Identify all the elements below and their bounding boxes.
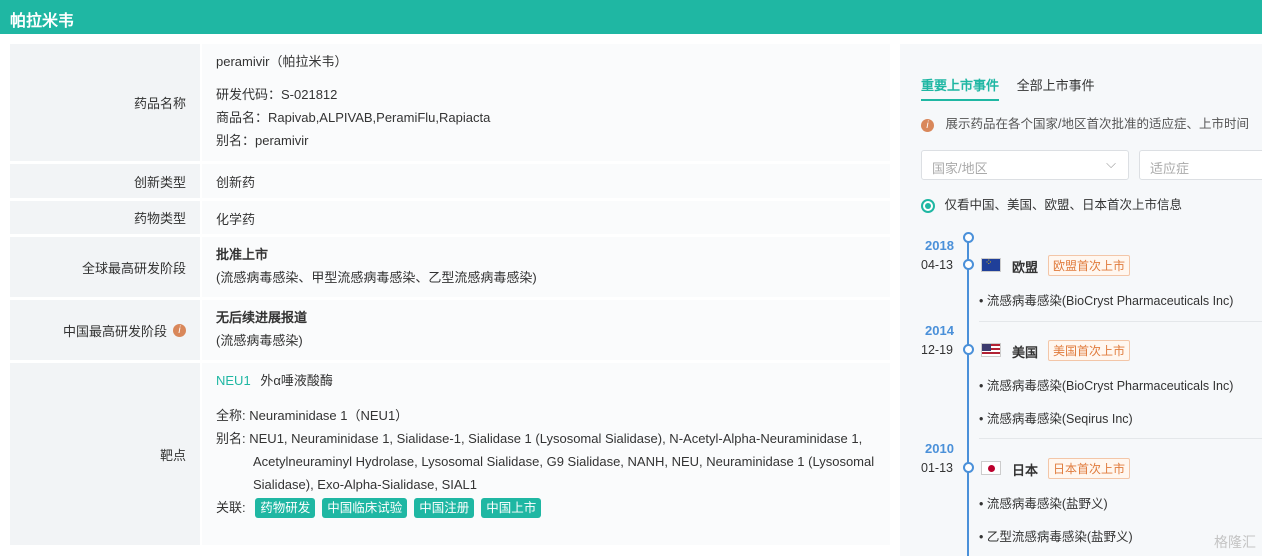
watermark: 格隆汇 [1214,534,1256,550]
event-badge: 美国首次上市 [1048,340,1131,361]
drug-code: 研发代码：S-021812 [216,87,338,102]
row-innovation-type: 创新类型 创新药 [10,164,890,198]
chevron-down-icon: ⌵ [1106,156,1116,171]
target-alias-line-2: Acetylneuraminyl Hydrolase, Lysosomal Si… [253,454,875,469]
label-target: 靶点 [10,363,200,545]
indication-placeholder: 适应症 [1150,161,1190,176]
innovation-type-value: 创新药 [202,164,890,198]
tag-drug-research[interactable]: 药物研发 [255,498,316,518]
indication-select[interactable]: 适应症 [1139,150,1262,180]
china-stage-value: 无后续进展报道 [216,310,308,325]
target-alias: NEU1, Neuraminidase 1, Sialidase-1, Sial… [249,431,863,446]
timeline-dot [963,344,974,355]
global-stage-value: 批准上市 [216,247,269,262]
drug-type-value: 化学药 [202,201,890,234]
us-flag-icon [981,343,1001,357]
row-target: 靶点 NEU1 外α唾液酸酶 全称: Neuraminidase 1（NEU1）… [10,363,890,545]
event-tabs: 重要上市事件 全部上市事件 [921,75,1109,101]
events-note: 展示药品在各个国家/地区首次批准的适应症、上市时间 [945,117,1249,131]
event-badge: 日本首次上市 [1048,458,1131,479]
events-panel: 重要上市事件 全部上市事件 i 展示药品在各个国家/地区首次批准的适应症、上市时… [900,44,1262,556]
page-title: 帕拉米韦 [10,13,75,30]
row-china-stage: 中国最高研发阶段 i 无后续进展报道 (流感病毒感染) [10,300,890,360]
event-year: 2018 [925,238,954,253]
info-icon[interactable]: i [173,323,186,337]
eu-flag-icon: ⁘ [981,258,1001,272]
event-year: 2010 [925,441,954,456]
event-indication: • 流感病毒感染(盐野义) [979,497,1108,511]
event-indication: • 流感病毒感染(BioCryst Pharmaceuticals Inc) [979,379,1234,393]
event-country: 美国 [1012,345,1039,360]
divider [979,321,1262,322]
tag-china-clinical-trial[interactable]: 中国临床试验 [322,498,408,518]
label-innovation-type: 创新类型 [10,164,200,198]
event-country: 欧盟 [1012,260,1039,275]
label-global-stage: 全球最高研发阶段 [10,237,200,297]
radio-label: 仅看中国、美国、欧盟、日本首次上市信息 [944,198,1182,212]
timeline-start-dot [963,232,974,243]
drug-info-table: 药品名称 peramivir（帕拉米韦） 研发代码：S-021812 商品名：R… [10,44,890,548]
tag-china-launch[interactable]: 中国上市 [481,498,542,518]
target-description: 外α唾液酸酶 [260,373,333,388]
global-stage-indications: (流感病毒感染、甲型流感病毒感染、乙型流感病毒感染) [216,270,537,285]
event-date: 04-13 [921,258,953,272]
target-alias-prefix: 别名: [216,431,246,446]
row-drug-name: 药品名称 peramivir（帕拉米韦） 研发代码：S-021812 商品名：R… [10,44,890,161]
label-china-stage: 中国最高研发阶段 [62,323,167,339]
event-badge: 欧盟首次上市 [1048,255,1131,276]
radio-icon[interactable] [921,198,935,213]
japan-flag-icon [981,461,1001,475]
event-date: 01-13 [921,461,953,475]
header-bar: 帕拉米韦 [0,0,1262,34]
china-stage-indications: (流感病毒感染) [216,333,303,348]
drug-trade-names: 商品名：Rapivab,ALPIVAB,PeramiFlu,Rapiacta [216,110,491,125]
timeline-dot [963,259,974,270]
event-year: 2014 [925,323,954,338]
country-placeholder: 国家/地区 [932,161,988,176]
event-indication: • 流感病毒感染(BioCryst Pharmaceuticals Inc) [979,294,1234,308]
timeline-dot [963,462,974,473]
row-global-stage: 全球最高研发阶段 批准上市 (流感病毒感染、甲型流感病毒感染、乙型流感病毒感染) [10,237,890,297]
country-select[interactable]: 国家/地区 ⌵ [921,150,1129,180]
label-drug-type: 药物类型 [10,201,200,234]
related-prefix: 关联: [216,500,246,515]
target-full-name: 全称: Neuraminidase 1（NEU1） [216,408,409,423]
event-country: 日本 [1012,463,1039,478]
tab-all-events[interactable]: 全部上市事件 [1017,75,1095,99]
drug-alias: 别名：peramivir [216,133,309,148]
event-indication: • 乙型流感病毒感染(盐野义) [979,530,1133,544]
event-date: 12-19 [921,343,953,357]
label-drug-name: 药品名称 [10,44,200,161]
info-icon: i [921,119,934,132]
event-indication: • 流感病毒感染(Seqirus Inc) [979,412,1133,426]
row-drug-type: 药物类型 化学药 [10,201,890,234]
timeline-line [967,236,969,556]
divider [979,438,1262,439]
tab-key-events[interactable]: 重要上市事件 [921,75,1000,101]
target-alias-line-3: Sialidase), Exo-Alpha-Sialidase, SIAL1 [253,477,478,492]
drug-name: peramivir（帕拉米韦） [216,54,348,69]
target-link[interactable]: NEU1 [216,373,251,388]
major-markets-radio[interactable]: 仅看中国、美国、欧盟、日本首次上市信息 [921,194,1182,213]
tag-china-registration[interactable]: 中国注册 [414,498,475,518]
